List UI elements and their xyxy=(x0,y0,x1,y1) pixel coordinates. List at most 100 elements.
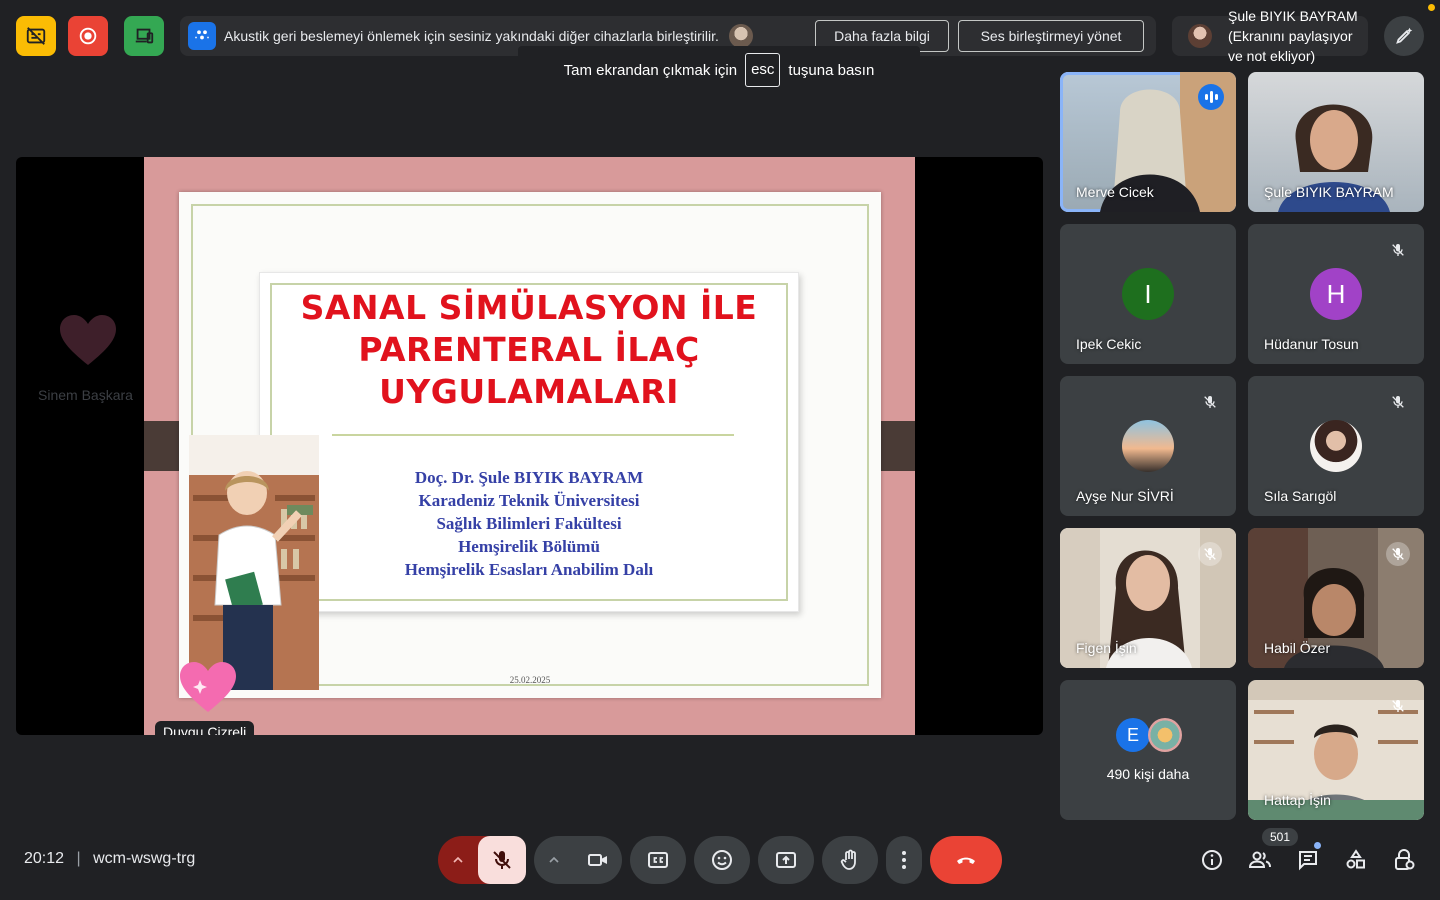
participant-name: Hattap İşin xyxy=(1264,792,1331,808)
closed-captions-icon xyxy=(648,852,668,868)
presentation-stage[interactable]: Sinem Başkara SANAL SİMÜLASYON İLE PAREN… xyxy=(16,157,1043,735)
activities-button[interactable] xyxy=(1332,836,1380,884)
chat-button[interactable] xyxy=(1284,836,1332,884)
present-screen-button[interactable] xyxy=(758,836,814,884)
group-audio-icon xyxy=(188,22,216,50)
annotate-button[interactable] xyxy=(1384,16,1424,56)
present-to-all-icon xyxy=(776,852,796,868)
chat-notification-dot xyxy=(1314,842,1321,849)
mic-off-icon xyxy=(493,851,511,869)
info-icon xyxy=(1202,850,1222,870)
raise-hand-button[interactable] xyxy=(822,836,878,884)
title-card: SANAL SİMÜLASYON İLE PARENTERAL İLAÇ UYG… xyxy=(259,272,799,612)
presenter-indicator[interactable]: Şule BIYIK BAYRAM (Ekranını paylaşıyor v… xyxy=(1172,8,1368,64)
record-icon xyxy=(79,27,97,45)
clock-time: 20:12 xyxy=(24,850,65,867)
nurse-illustration xyxy=(189,435,319,690)
captions-off-button[interactable] xyxy=(16,16,56,56)
slide-title: SANAL SİMÜLASYON İLE PARENTERAL İLAÇ UYG… xyxy=(260,287,798,413)
participant-tile[interactable]: Ayşe Nur SİVRİ xyxy=(1060,376,1236,516)
notice-text: Akustik geri beslemeyi önlemek için sesi… xyxy=(224,28,719,44)
leave-call-button[interactable] xyxy=(930,836,1002,884)
mic-off-icon xyxy=(1386,238,1410,262)
companion-device-button[interactable] xyxy=(124,16,164,56)
participant-initial-avatar: H xyxy=(1310,268,1362,320)
recording-button[interactable] xyxy=(68,16,108,56)
author-line: Karadeniz Teknik Üniversitesi xyxy=(418,491,640,510)
participant-tile[interactable]: Hattap İşin xyxy=(1248,680,1424,820)
participant-tile[interactable]: H Hüdanur Tosun xyxy=(1248,224,1424,364)
notification-dot xyxy=(1428,4,1435,11)
mic-off-icon xyxy=(1198,390,1222,414)
more-options-button[interactable] xyxy=(886,836,922,884)
chevron-up-icon xyxy=(453,856,463,863)
more-initial-avatar: E xyxy=(1116,718,1150,752)
participant-name: Sıla Sarıgöl xyxy=(1264,488,1337,504)
mic-off-icon xyxy=(1386,390,1410,414)
participant-tile[interactable]: Sıla Sarıgöl xyxy=(1248,376,1424,516)
title-line: UYGULAMALARI xyxy=(379,372,679,411)
participant-name: Ayşe Nur SİVRİ xyxy=(1076,488,1174,504)
people-icon xyxy=(1248,851,1271,868)
title-divider xyxy=(332,434,734,436)
participant-avatar xyxy=(728,24,753,48)
audio-options-button[interactable] xyxy=(438,836,478,884)
mic-off-icon xyxy=(1386,694,1410,718)
emoji-icon xyxy=(712,850,732,870)
participant-name: Merve Cicek xyxy=(1076,184,1154,200)
more-vert-icon xyxy=(902,851,906,869)
call-end-icon xyxy=(957,857,975,864)
hand-icon xyxy=(840,849,856,870)
speaking-indicator-icon xyxy=(1198,84,1224,110)
more-participants-tile[interactable]: E 490 kişi daha xyxy=(1060,680,1236,820)
presenter-avatar xyxy=(1188,24,1212,48)
meeting-code: wcm-wswg-trg xyxy=(93,850,196,867)
participant-tile[interactable]: Figen İşin xyxy=(1060,528,1236,668)
presenter-text: Şule BIYIK BAYRAM (Ekranını paylaşıyor v… xyxy=(1228,8,1358,64)
heart-reaction-icon xyxy=(60,315,116,365)
chat-icon xyxy=(1299,851,1317,871)
more-participants-text: 490 kişi daha xyxy=(1106,766,1190,782)
esc-key: esc xyxy=(745,53,781,87)
camera-toggle-button[interactable] xyxy=(574,836,622,884)
mic-toggle-button[interactable] xyxy=(478,836,526,884)
esc-tip-after: tuşuna basın xyxy=(788,61,875,79)
mic-off-icon xyxy=(1386,542,1410,566)
captions-button[interactable] xyxy=(630,836,686,884)
participant-tile[interactable]: Merve Cicek xyxy=(1060,72,1236,212)
presenter-name-chip: Duygu Cizreli xyxy=(155,721,255,735)
title-line: SANAL SİMÜLASYON İLE xyxy=(300,288,758,327)
fullscreen-exit-tip: Tam ekrandan çıkmak için esc tuşuna bası… xyxy=(518,46,920,94)
slide-authors: Doç. Dr. Şule BIYIK BAYRAM Karadeniz Tek… xyxy=(260,466,798,581)
participant-name: Hüdanur Tosun xyxy=(1264,336,1359,352)
meeting-info: 20:12 | wcm-wswg-trg xyxy=(24,850,195,868)
meeting-details-button[interactable] xyxy=(1188,836,1236,884)
more-photo-avatar xyxy=(1148,718,1182,752)
manage-audio-merge-button[interactable]: Ses birleştirmeyi yönet xyxy=(958,20,1144,52)
participant-name: Figen İşin xyxy=(1076,640,1137,656)
author-line: Hemşirelik Esasları Anabilim Dalı xyxy=(404,560,654,579)
separator: | xyxy=(76,850,81,867)
mic-control-group xyxy=(438,836,526,884)
participant-photo xyxy=(1122,420,1174,472)
participant-name: Habil Özer xyxy=(1264,640,1331,656)
host-controls-button[interactable] xyxy=(1380,836,1428,884)
ghost-participant-name: Sinem Başkara xyxy=(38,387,133,403)
chevron-up-icon xyxy=(549,856,559,863)
participant-tile[interactable]: Habil Özer xyxy=(1248,528,1424,668)
no-captions-icon xyxy=(26,27,46,45)
author-line: Sağlık Bilimleri Fakültesi xyxy=(436,514,622,533)
lock-person-icon xyxy=(1395,849,1415,870)
devices-icon xyxy=(135,28,154,44)
author-line: Hemşirelik Bölümü xyxy=(458,537,600,556)
pen-sparkle-icon xyxy=(1396,27,1413,44)
participant-tile[interactable]: I Ipek Cekic xyxy=(1060,224,1236,364)
shapes-icon xyxy=(1346,849,1365,869)
participant-name: Ipek Cekic xyxy=(1076,336,1142,352)
esc-tip-before: Tam ekrandan çıkmak için xyxy=(563,61,738,79)
video-options-button[interactable] xyxy=(534,836,574,884)
title-line: PARENTERAL İLAÇ xyxy=(358,330,700,369)
participant-tile[interactable]: Şule BIYIK BAYRAM xyxy=(1248,72,1424,212)
participant-initial-avatar: I xyxy=(1122,268,1174,320)
reactions-button[interactable] xyxy=(694,836,750,884)
